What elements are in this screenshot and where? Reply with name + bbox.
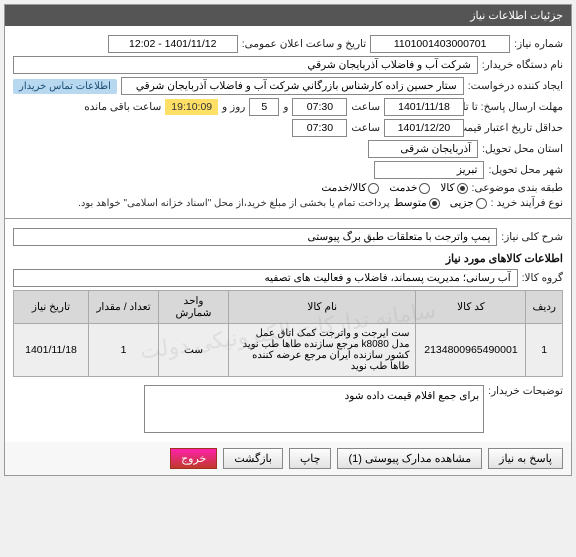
cell-date: 1401/11/18: [14, 324, 89, 377]
time-label-2: ساعت: [351, 122, 380, 134]
requester-field: ستار حسين زاده كارشناس بازرگاني شرکت آب …: [121, 77, 464, 95]
th-qty: تعداد / مقدار: [89, 291, 159, 324]
announce-field: 1401/11/12 - 12:02: [108, 35, 238, 53]
panel-title: جزئیات اطلاعات نیاز: [5, 5, 571, 26]
remaining-label: ساعت باقی مانده: [84, 101, 161, 113]
cell-code: 2134800965490001: [416, 324, 526, 377]
radio-dot-icon: [368, 183, 379, 194]
purchase-type-radio-group: جزیی متوسط: [394, 197, 487, 209]
province-label: استان محل تحویل:: [482, 143, 563, 155]
radio-dot-icon: [429, 198, 440, 209]
need-number-label: شماره نیاز:: [514, 38, 563, 50]
radio-dot-icon: [419, 183, 430, 194]
th-name: نام کالا: [229, 291, 416, 324]
main-panel: جزئیات اطلاعات نیاز شماره نیاز: 11010014…: [4, 4, 572, 476]
items-table: ردیف کد کالا نام کالا واحد شمارش تعداد /…: [13, 290, 563, 377]
cell-qty: 1: [89, 324, 159, 377]
radio-medium[interactable]: متوسط: [394, 197, 440, 209]
radio-service[interactable]: خدمت: [389, 182, 430, 194]
info-section: شماره نیاز: 1101001403000701 تاریخ و ساع…: [5, 26, 571, 218]
cell-idx: 1: [526, 324, 563, 377]
group-label: گروه کالا:: [522, 272, 563, 284]
buyer-org-label: نام دستگاه خریدار:: [482, 59, 563, 71]
back-button[interactable]: بازگشت: [223, 448, 283, 469]
reply-deadline-label: مهلت ارسال پاسخ: تا تاریخ:: [468, 101, 563, 113]
days-field: 5: [249, 98, 279, 116]
price-time-field: 07:30: [292, 119, 347, 137]
cell-unit: ست: [159, 324, 229, 377]
category-radio-group: کالا خدمت کالا/خدمت: [321, 182, 467, 194]
radio-dot-icon: [457, 183, 468, 194]
exit-button[interactable]: خروج: [170, 448, 217, 469]
table-header-row: ردیف کد کالا نام کالا واحد شمارش تعداد /…: [14, 291, 563, 324]
radio-both[interactable]: کالا/خدمت: [321, 182, 379, 194]
reply-date-field: 1401/11/18: [384, 98, 464, 116]
purchase-type-label: نوع فرآیند خرید :: [491, 197, 563, 209]
price-date-field: 1401/12/20: [384, 119, 464, 137]
description-section: شرح کلی نیاز: پمپ واترجت با متعلقات طبق …: [5, 218, 571, 442]
group-field: آب رسانی؛ مدیریت پسماند، فاضلاب و فعالیت…: [13, 269, 518, 287]
buyer-notes-textarea[interactable]: [144, 385, 484, 433]
purchase-note: پرداخت تمام یا بخشی از مبلغ خرید،از محل …: [78, 198, 390, 209]
reply-time-field: 07:30: [292, 98, 347, 116]
print-button[interactable]: چاپ: [289, 448, 332, 469]
city-field: تبریز: [374, 161, 484, 179]
announce-label: تاریخ و ساعت اعلان عمومی:: [242, 38, 366, 50]
and-label: و: [283, 101, 288, 113]
table-row: 1 2134800965490001 ست ایرجت و واترجت کمک…: [14, 324, 563, 377]
th-code: کد کالا: [416, 291, 526, 324]
th-date: تاریخ نیاز: [14, 291, 89, 324]
buyer-notes-label: توضیحات خریدار:: [488, 385, 563, 397]
radio-dot-icon: [476, 198, 487, 209]
need-desc-label: شرح کلی نیاز:: [501, 231, 563, 243]
items-info-title: اطلاعات کالاهای مورد نیاز: [13, 252, 563, 265]
radio-small[interactable]: جزیی: [450, 197, 487, 209]
cell-name: ست ایرجت و واترجت کمک اتاق عمل مدل k8080…: [229, 324, 416, 377]
need-desc-field: پمپ واترجت با متعلقات طبق برگ پیوستی: [13, 228, 497, 246]
days-label: روز و: [222, 101, 245, 113]
price-validity-label: حداقل تاریخ اعتبار قیمت: تا تاریخ:: [468, 122, 563, 134]
category-label: طبقه بندی موضوعی:: [472, 182, 563, 194]
time-label-1: ساعت: [351, 101, 380, 113]
city-label: شهر محل تحویل:: [488, 164, 563, 176]
need-number-field: 1101001403000701: [370, 35, 510, 53]
reply-button[interactable]: پاسخ به نیاز: [488, 448, 563, 469]
th-unit: واحد شمارش: [159, 291, 229, 324]
attachments-button[interactable]: مشاهده مدارک پیوستی (1): [337, 448, 482, 469]
buyer-org-field: شرکت آب و فاضلاب آذربايجان شرقي: [13, 56, 478, 74]
buyer-contact-badge[interactable]: اطلاعات تماس خریدار: [13, 79, 117, 94]
radio-goods[interactable]: کالا: [440, 182, 467, 194]
remaining-time-badge: 19:10:09: [165, 99, 218, 115]
th-idx: ردیف: [526, 291, 563, 324]
footer-bar: پاسخ به نیاز مشاهده مدارک پیوستی (1) چاپ…: [5, 442, 571, 475]
province-field: آذربایجان شرقی: [368, 140, 478, 158]
requester-label: ایجاد کننده درخواست:: [468, 80, 563, 92]
